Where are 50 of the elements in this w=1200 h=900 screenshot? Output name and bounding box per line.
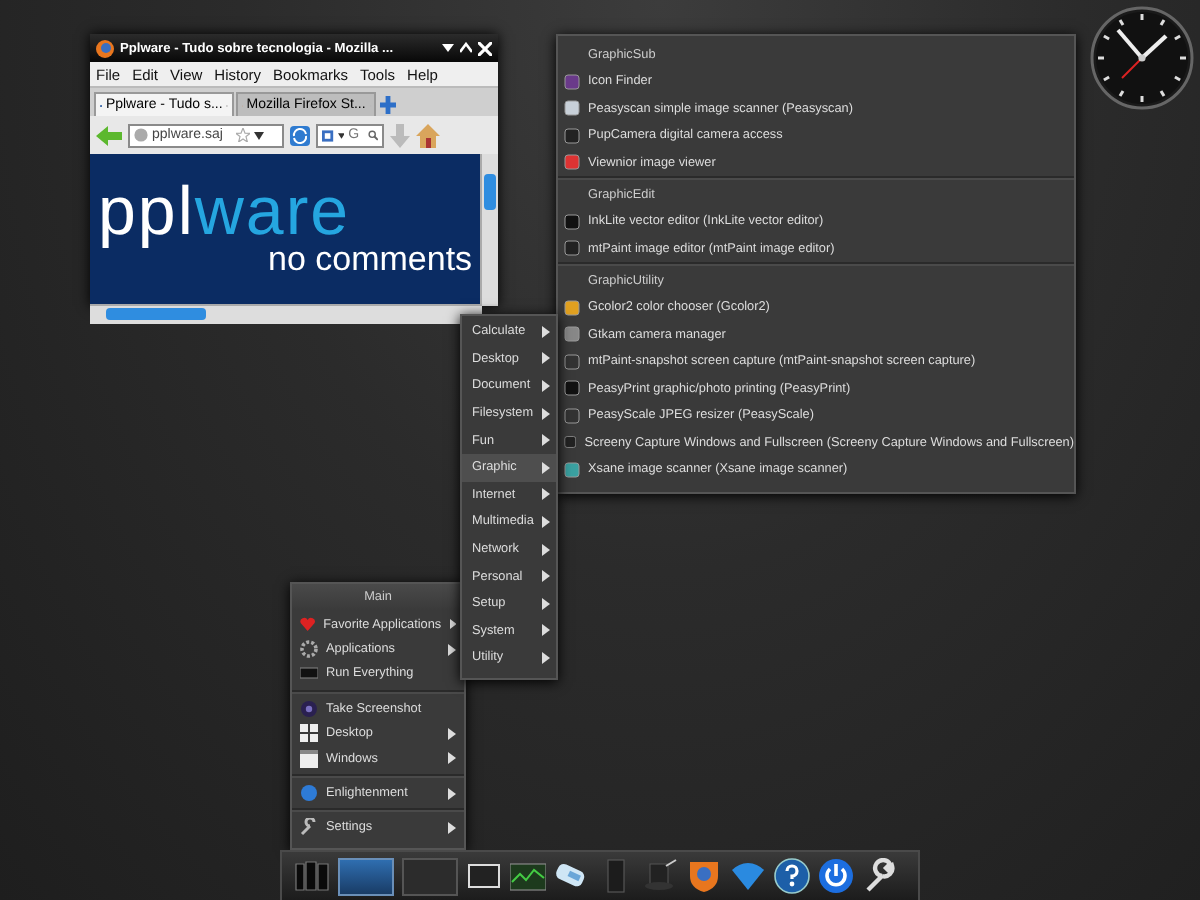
camera-lens-icon bbox=[300, 699, 318, 718]
wifi-icon[interactable] bbox=[730, 858, 766, 894]
arrow-icon bbox=[542, 651, 550, 664]
arrow-icon bbox=[542, 379, 550, 392]
search-engine-icon[interactable] bbox=[322, 127, 334, 143]
window-icon bbox=[300, 749, 318, 768]
star-icon[interactable] bbox=[236, 128, 250, 142]
reload-icon[interactable] bbox=[290, 125, 310, 145]
arrow-icon bbox=[542, 407, 550, 420]
shield-icon[interactable] bbox=[686, 858, 722, 894]
grid-icon bbox=[300, 724, 318, 743]
arrow-icon bbox=[448, 787, 456, 800]
home-icon[interactable] bbox=[416, 123, 440, 147]
tagline: no comments bbox=[268, 242, 473, 276]
help-icon[interactable] bbox=[774, 858, 810, 894]
arrow-icon bbox=[542, 624, 550, 637]
arrow-icon bbox=[542, 515, 550, 528]
arrow-icon bbox=[542, 434, 550, 447]
caret-icon[interactable] bbox=[254, 131, 264, 139]
arrow-icon bbox=[542, 597, 550, 610]
gear-icon bbox=[300, 640, 318, 659]
new-tab-icon[interactable] bbox=[378, 94, 398, 116]
terminal-icon bbox=[300, 664, 318, 683]
clock-drawing bbox=[1090, 6, 1194, 110]
arrow-icon bbox=[448, 821, 456, 834]
horizontal-scrollbar[interactable] bbox=[90, 304, 482, 324]
desktop-pager-button[interactable] bbox=[338, 857, 394, 895]
caret-icon[interactable] bbox=[442, 42, 454, 54]
arrow-icon bbox=[542, 325, 550, 338]
globe-icon bbox=[134, 128, 148, 142]
heart-icon bbox=[300, 615, 316, 634]
vertical-scrollbar[interactable] bbox=[480, 154, 498, 304]
maximize-icon[interactable] bbox=[460, 42, 472, 54]
arrow-icon bbox=[542, 570, 550, 583]
search-icon[interactable] bbox=[368, 128, 378, 142]
arrow-icon bbox=[542, 352, 550, 365]
wrench-icon bbox=[300, 818, 318, 837]
arrow-icon bbox=[542, 461, 550, 474]
globe-icon bbox=[300, 784, 318, 803]
logo-icon[interactable] bbox=[294, 858, 330, 894]
close-icon[interactable] bbox=[478, 41, 492, 55]
caret-icon[interactable] bbox=[337, 131, 345, 139]
terminal-icon[interactable] bbox=[466, 858, 502, 894]
wrench-icon[interactable] bbox=[862, 858, 898, 894]
browser-icon bbox=[96, 39, 114, 57]
arrow-icon bbox=[542, 488, 550, 501]
top-hat-icon[interactable] bbox=[642, 858, 678, 894]
power-icon[interactable] bbox=[818, 858, 854, 894]
system-monitor-icon[interactable] bbox=[510, 858, 546, 894]
arrow-icon bbox=[542, 543, 550, 556]
